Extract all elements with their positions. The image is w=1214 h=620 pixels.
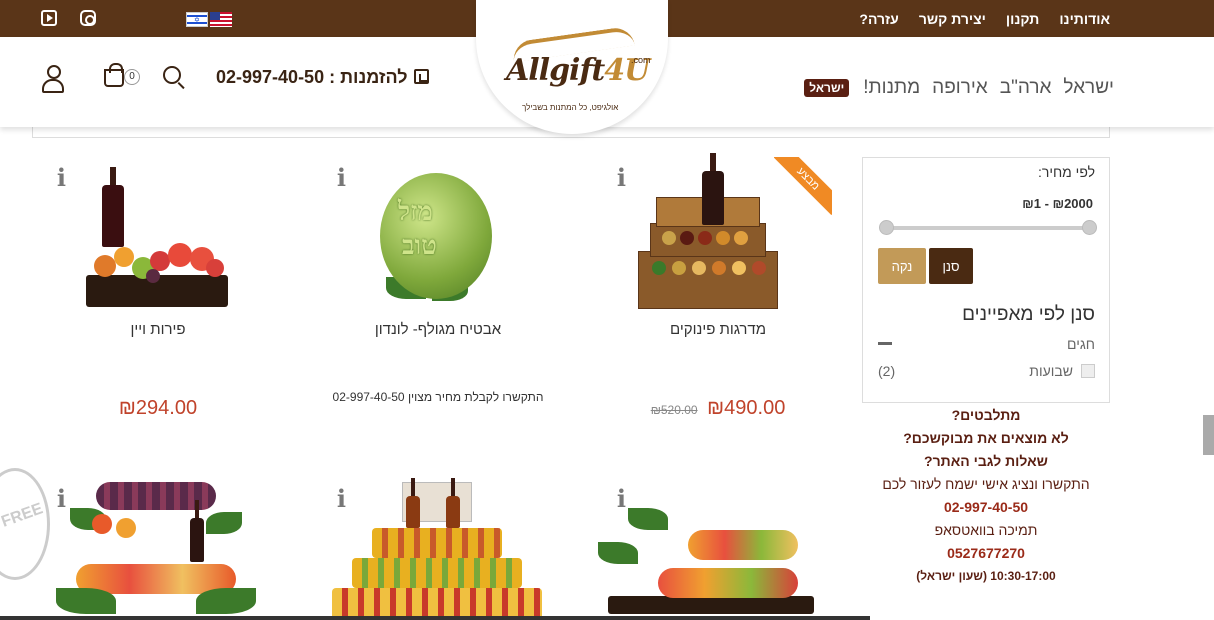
product-name[interactable]: אבטיח מגולף- לונדון [318, 321, 558, 338]
free-watermark-text: FREE [0, 500, 46, 531]
product-price: ₪490.00 ₪520.00 [598, 397, 838, 420]
help-whatsapp-label: תמיכה בוואטסאפ [934, 522, 1038, 538]
user-account-icon[interactable] [42, 65, 64, 93]
phone-icon [413, 69, 429, 84]
price-slider-max-handle[interactable] [1082, 220, 1097, 235]
old-price: ₪520.00 [650, 403, 698, 417]
instagram-icon[interactable] [80, 10, 96, 26]
product-card[interactable]: i [598, 478, 838, 620]
filter-option-shavuot[interactable]: שבועות [1029, 363, 1095, 379]
product-name[interactable]: פירות ויין [38, 321, 278, 338]
product-image[interactable] [56, 478, 256, 620]
product-image[interactable] [638, 153, 778, 311]
attribute-filter-title: סנן לפי מאפיינים [962, 304, 1095, 325]
top-link-contact[interactable]: יצירת קשר [919, 11, 986, 27]
product-card[interactable]: i [318, 478, 558, 620]
clear-button[interactable]: נקה [878, 248, 926, 284]
nav-europe[interactable]: אירופה [932, 77, 988, 99]
product-image[interactable] [86, 163, 230, 311]
info-icon[interactable]: i [57, 163, 66, 192]
price-filter-title: לפי מחיר: [1037, 164, 1095, 180]
filter-group-holidays[interactable]: חגים [1067, 336, 1095, 352]
logo-domain-suffix: .com [631, 55, 651, 65]
help-hours: 10:30-17:00 (שעון ישראל) [916, 569, 1056, 583]
price-range-value: ₪2000 - ₪1 [1022, 196, 1093, 211]
order-phone[interactable]: להזמנות : 02-997-40-50 [216, 67, 429, 88]
product-price: ₪294.00 [118, 397, 198, 419]
price-contact-note: התקשרו לקבלת מחיר מצוין 02-997-40-50 [332, 390, 544, 404]
filter-panel: לפי מחיר: ₪2000 - ₪1 סנן נקה סנן לפי מאפ… [862, 157, 1110, 403]
product-name[interactable]: מדרגות פינוקים [598, 321, 838, 338]
help-phone[interactable]: 02-997-40-50 [862, 496, 1110, 519]
cart-icon[interactable] [104, 63, 124, 87]
collapse-icon[interactable] [878, 342, 892, 345]
logo-wordmark: Allgift4U [506, 53, 650, 88]
product-card[interactable]: i [38, 478, 278, 620]
help-box: מתלבטים? לא מוצאים את מבוקשכם? שאלות לגב… [862, 404, 1110, 587]
price-slider-min-handle[interactable] [879, 220, 894, 235]
top-links: אודותינו תקנון יצירת קשר עזרה? [859, 11, 1110, 27]
help-line-2: לא מוצאים את מבוקשכם? [903, 430, 1069, 446]
star-of-david-icon: ✡ [194, 17, 200, 24]
nav-usa[interactable]: ארה"ב [1000, 77, 1052, 99]
info-icon[interactable]: i [337, 163, 346, 192]
logo-tagline: אולגיפט, כל המתנות בשבילך [522, 103, 619, 112]
sale-price: ₪490.00 [707, 397, 786, 419]
top-link-terms[interactable]: תקנון [1006, 11, 1039, 27]
order-phone-text: להזמנות : 02-997-40-50 [216, 67, 408, 87]
top-link-about[interactable]: אודותינו [1059, 11, 1110, 27]
search-icon[interactable] [163, 66, 181, 84]
filter-option-label: שבועות [1029, 363, 1073, 379]
sale-ribbon: מבצע [774, 157, 832, 215]
nav-israel[interactable]: ישראל [1063, 77, 1114, 99]
sale-badge: מבצע [774, 157, 832, 215]
nav-gifts[interactable]: מתנות! [863, 77, 920, 99]
main-nav: ישראל ארה"ב אירופה מתנות! ישראל [804, 77, 1114, 99]
shavuot-checkbox[interactable] [1081, 364, 1095, 378]
help-line-1: מתלבטים? [951, 407, 1021, 423]
israel-flag-icon[interactable]: ✡ [186, 12, 208, 27]
filter-option-count: (2) [878, 363, 896, 379]
bottom-bar [0, 616, 870, 620]
youtube-icon[interactable] [41, 10, 57, 26]
info-icon[interactable]: i [617, 163, 626, 192]
help-line-3: שאלות לגבי האתר? [924, 453, 1048, 469]
melon-carving-line-2: טוב [402, 231, 437, 261]
nav-badge-israel[interactable]: ישראל [804, 79, 850, 97]
product-image[interactable] [598, 498, 818, 620]
usa-flag-icon[interactable] [210, 12, 232, 27]
help-whatsapp-number[interactable]: 0527677270 [862, 542, 1110, 565]
price-slider[interactable] [879, 220, 1097, 235]
cart-count-badge: 0 [124, 69, 140, 85]
top-link-help[interactable]: עזרה? [859, 11, 898, 27]
filter-button[interactable]: סנן [929, 248, 973, 284]
melon-carving-line-1: מזל [398, 197, 433, 227]
product-image[interactable]: מזל טוב [376, 167, 496, 307]
help-line-4: התקשרו ונציג אישי ישמח לעזור לכם [882, 476, 1090, 492]
scrollbar-thumb[interactable] [1203, 415, 1214, 455]
product-image[interactable] [322, 478, 542, 620]
